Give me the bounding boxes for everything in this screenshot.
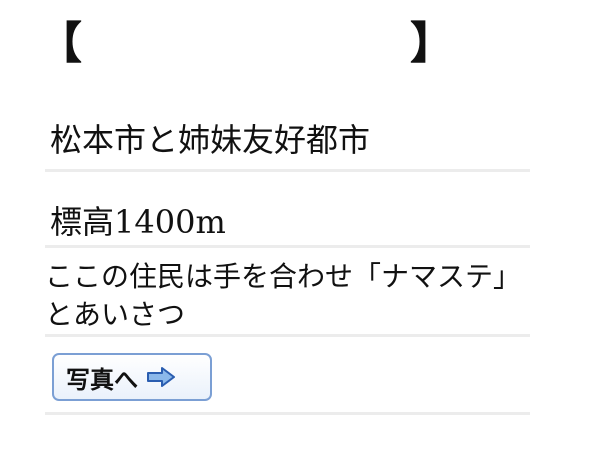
divider <box>45 412 530 415</box>
greeting-line-2: とあいさつ <box>45 298 186 331</box>
greeting-text: ここの住民は手を合わせ「ナマステ」 とあいさつ <box>45 258 521 334</box>
divider <box>45 169 530 172</box>
divider <box>45 334 530 337</box>
photo-button-label: 写真へ <box>66 365 138 394</box>
sister-city-text: 松本市と姉妹友好都市 <box>50 121 371 159</box>
photo-button[interactable]: 写真へ <box>52 353 212 401</box>
divider <box>45 245 530 248</box>
header-bracket-right: 】 <box>410 18 454 69</box>
header-bracket-left: 【 <box>38 18 82 69</box>
altitude-text: 標高1400m <box>50 203 226 241</box>
greeting-line-1: ここの住民は手を合わせ「ナマステ」 <box>45 260 522 293</box>
right-arrow-icon <box>146 367 176 387</box>
